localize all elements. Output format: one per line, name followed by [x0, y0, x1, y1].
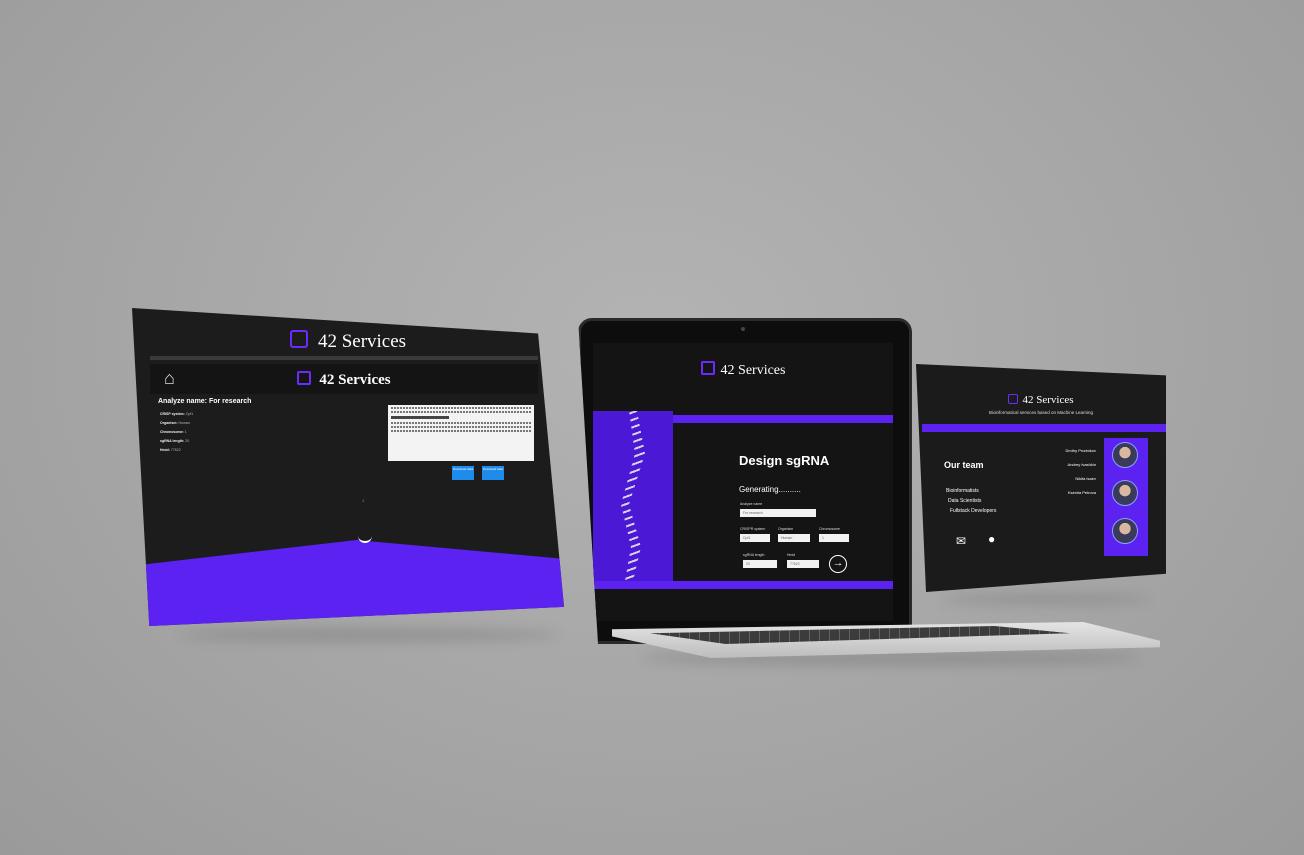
analyze-label: Analyze name	[740, 502, 763, 506]
sequence-line	[391, 411, 531, 413]
chip-icon	[700, 361, 715, 375]
field-hmid: Hmid: 77622	[160, 448, 181, 452]
field-organism: Organism: Human	[160, 421, 190, 425]
purple-footer	[132, 540, 564, 626]
arrow-right-icon[interactable]: →	[829, 555, 847, 573]
alignment-bar	[391, 416, 450, 419]
avatar	[1112, 518, 1138, 544]
field-key: sgRNA length:	[160, 439, 185, 443]
status-text: Generating..........	[739, 485, 801, 494]
member-name: Dmitry Prudnikov	[1065, 448, 1096, 453]
logo-text: 42 Services	[319, 372, 391, 388]
download-button-2[interactable]: Download data	[482, 466, 504, 480]
field-key: CRISP system:	[160, 412, 185, 416]
inner-logo[interactable]: 42 Services	[150, 371, 538, 389]
field-key: Hmid:	[160, 448, 170, 452]
right-shadow	[940, 594, 1150, 604]
member-name: Andrey Ivashkin	[1067, 462, 1096, 467]
purple-band-bottom	[593, 581, 893, 589]
laptop-lid: 42 Services Design sgRNA Generating.....…	[578, 318, 912, 644]
sequence-line	[391, 407, 531, 409]
analyze-title: Analyze name: For research	[158, 398, 252, 405]
field-value: Human	[178, 421, 190, 425]
sequence-line	[391, 422, 531, 424]
chip-icon	[1008, 394, 1019, 404]
mockup-scene: 42 Services ⌂ 42 Services Analyze name: …	[0, 0, 1304, 855]
page-counter: 1	[362, 498, 365, 503]
left-screen-results-page: 42 Services ⌂ 42 Services Analyze name: …	[132, 308, 564, 626]
camera-icon	[741, 327, 745, 331]
sgrna-length-input[interactable]: 20	[743, 560, 777, 568]
page-title: Design sgRNA	[739, 453, 830, 468]
role-item: Bioinformatists	[946, 488, 979, 494]
hmid-input[interactable]: 77622	[787, 560, 819, 568]
left-shadow	[180, 628, 560, 642]
dna-helix-icon	[621, 411, 645, 581]
organism-label: Organism	[778, 527, 794, 531]
crispr-label: CRISPR system	[740, 527, 766, 531]
chip-icon	[297, 371, 312, 385]
crispr-select[interactable]: Cpf1	[740, 534, 770, 542]
sequence-line	[391, 430, 531, 432]
chromosome-label: Chromosome	[819, 527, 841, 531]
chip-icon	[289, 330, 308, 348]
field-value: Cpf1	[185, 412, 194, 416]
divider	[150, 356, 538, 360]
sgrna-label: sgRNA length	[743, 553, 765, 557]
mail-icon[interactable]: ✉	[956, 534, 966, 548]
logo-text: 42 Services	[1022, 394, 1074, 406]
logo[interactable]: 42 Services	[916, 394, 1166, 406]
logo[interactable]: 42 Services	[593, 361, 893, 379]
field-crisp: CRISP system: Cpf1	[160, 412, 193, 416]
hmid-label: Hmid	[787, 553, 796, 557]
field-value: 20	[185, 439, 190, 443]
top-logo: 42 Services	[132, 330, 564, 353]
field-key: Organism:	[160, 421, 178, 425]
sequence-line	[391, 426, 531, 428]
avatar	[1112, 480, 1138, 506]
field-value: 77622	[170, 448, 181, 452]
field-chromosome: Chromosome: 1	[160, 430, 187, 434]
inner-header: ⌂ 42 Services	[150, 364, 538, 394]
right-screen-team-page: 42 Services Bioinformatical services bas…	[916, 364, 1166, 592]
analyze-name-input[interactable]: For research	[740, 509, 816, 517]
github-icon[interactable]: ●	[988, 532, 995, 546]
member-name: Nikita Isaev	[1075, 476, 1096, 481]
team-title: Our team	[944, 460, 984, 470]
field-value: 1	[184, 430, 187, 434]
logo-text: 42 Services	[720, 363, 786, 378]
subtitle: Bioinformatical services based on Machin…	[988, 410, 1094, 415]
download-button-1[interactable]: Download data	[452, 466, 474, 480]
design-sgrna-page: 42 Services Design sgRNA Generating.....…	[593, 343, 893, 621]
field-key: Chromosome:	[160, 430, 184, 434]
organism-select[interactable]: Human	[778, 534, 810, 542]
member-name: Kseniia Petrova	[1067, 490, 1096, 495]
chromosome-select[interactable]: 1	[819, 534, 849, 542]
field-sgrna-length: sgRNA length: 20	[160, 439, 189, 443]
dna-panel	[593, 411, 673, 581]
logo-text: 42 Services	[317, 331, 407, 352]
avatar	[1112, 442, 1138, 468]
purple-bar	[922, 424, 1166, 432]
role-item: Data Scientists	[948, 498, 982, 504]
sequence-viewer[interactable]	[388, 405, 534, 461]
role-item: Fullstack Developers	[950, 508, 997, 514]
